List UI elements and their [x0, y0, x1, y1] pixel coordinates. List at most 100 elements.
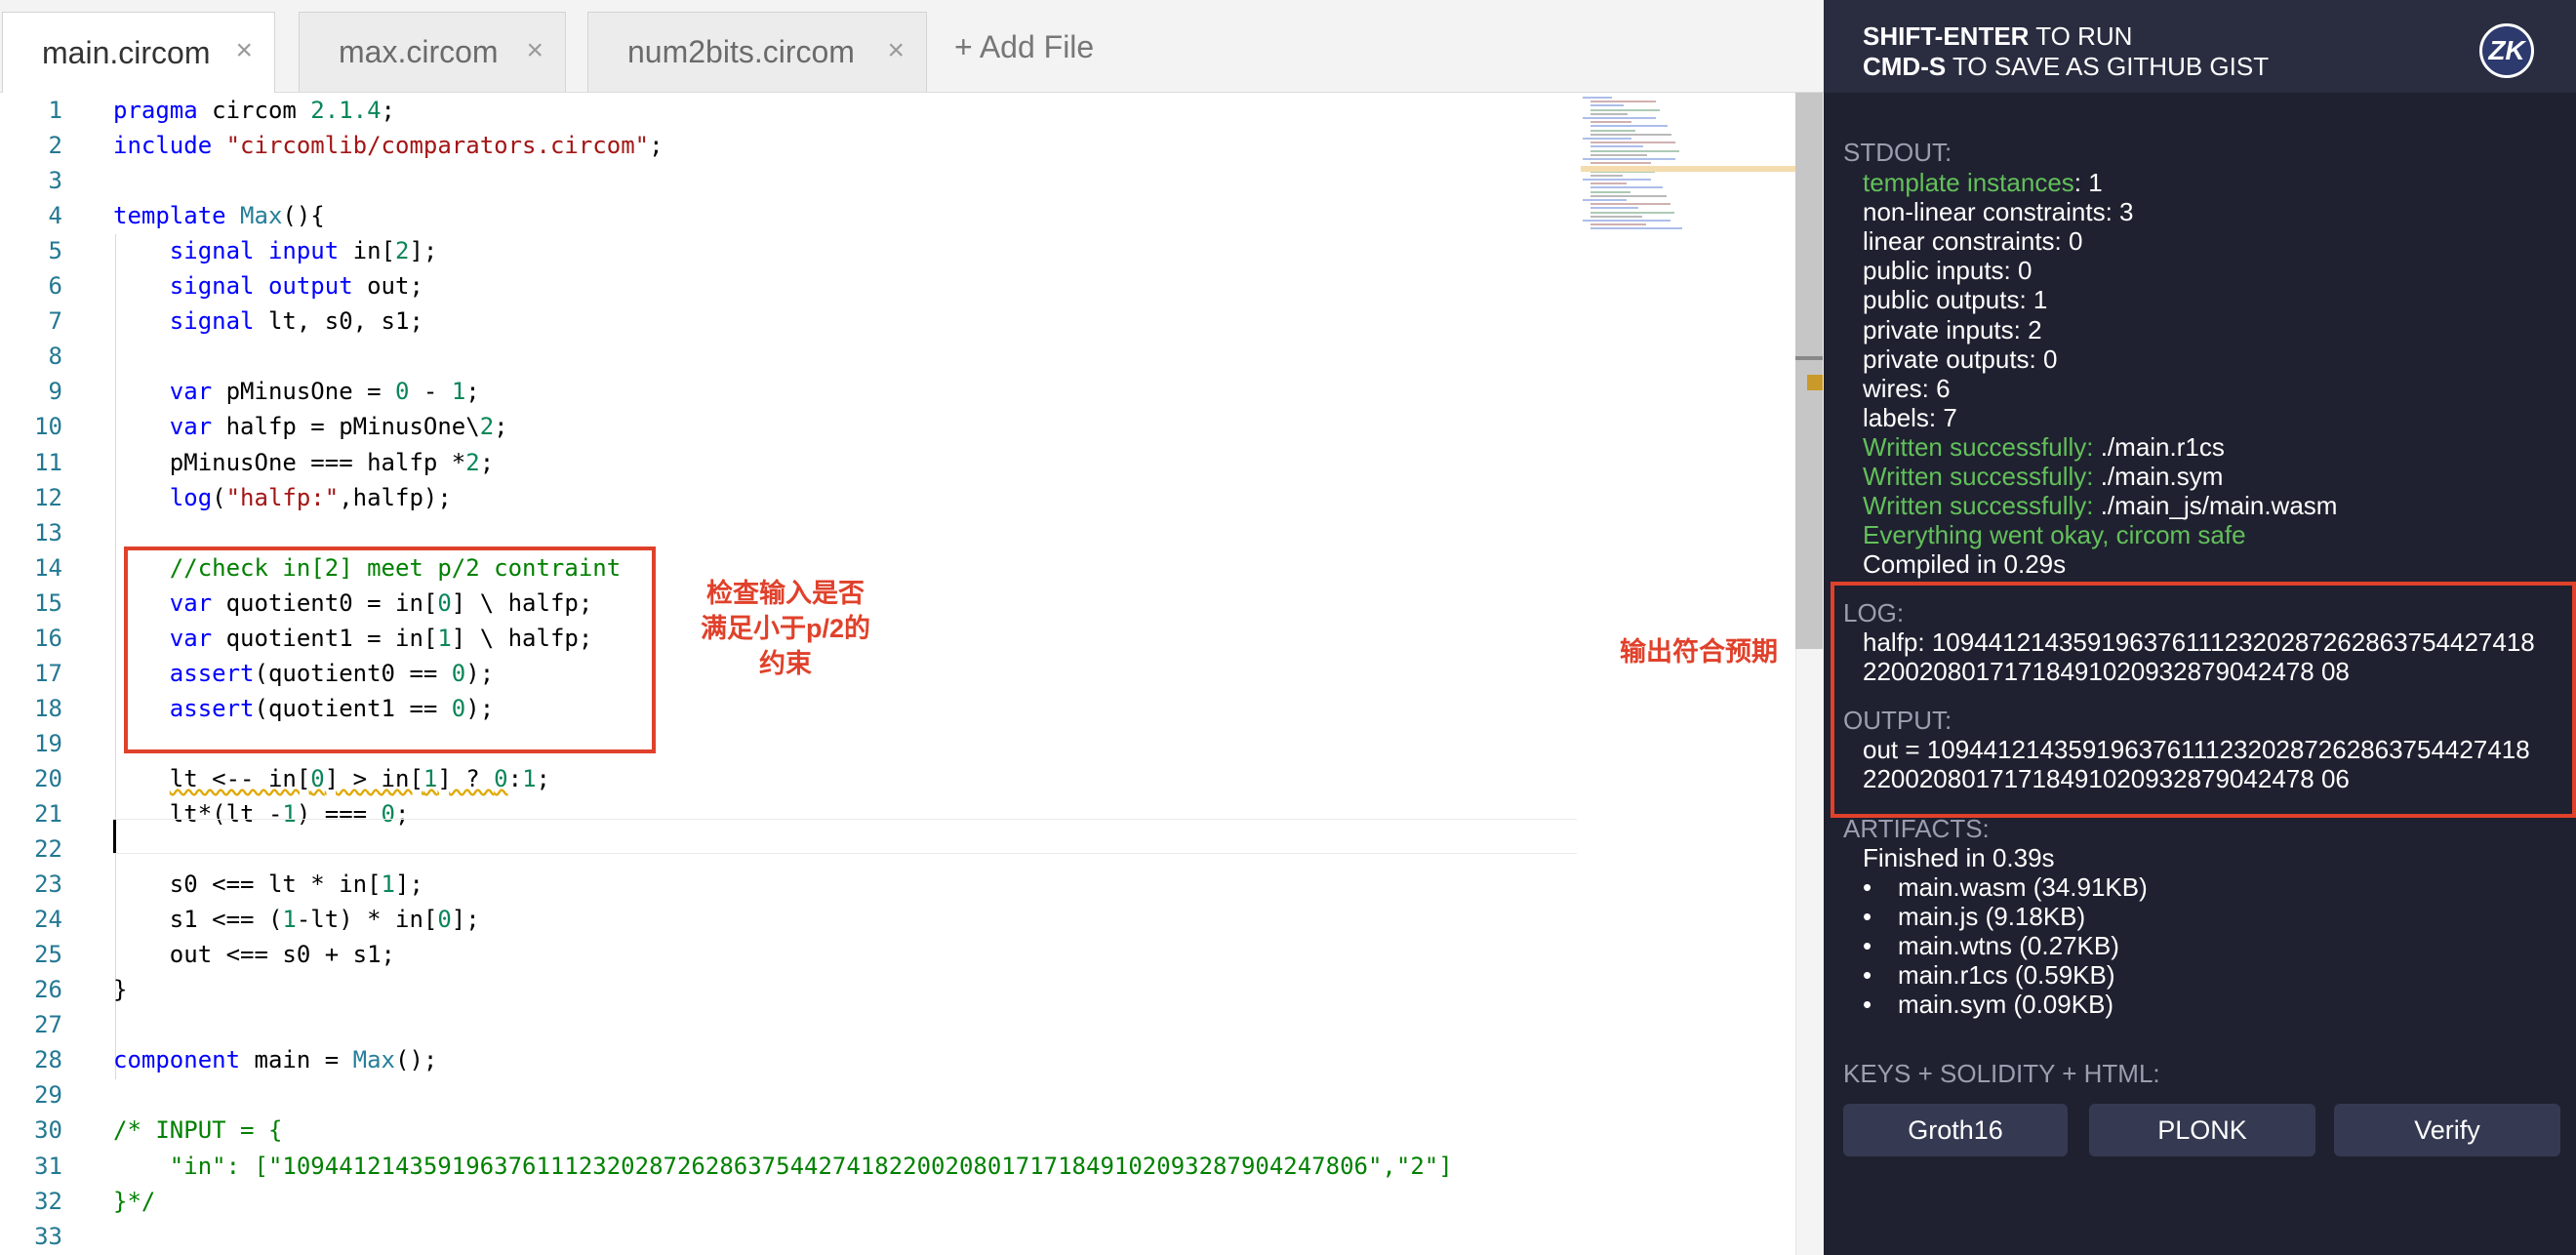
run-hint-key: SHIFT-ENTER — [1863, 21, 2030, 51]
close-icon[interactable]: × — [235, 34, 253, 67]
code-token: 0 — [310, 764, 325, 792]
current-line-highlight — [113, 819, 1577, 854]
stdout-line: public inputs: 0 — [1863, 256, 2032, 286]
plonk-button[interactable]: PLONK — [2089, 1104, 2315, 1156]
code-token: pMinusOne = — [212, 378, 395, 406]
close-icon[interactable]: × — [526, 34, 543, 67]
stdout-text: wires: 6 — [1863, 373, 1951, 403]
code-token: out; — [352, 272, 423, 301]
code-token: - — [409, 378, 452, 406]
code-line: 10 var halfp = pMinusOne\2; — [0, 409, 1581, 444]
stdout-line: linear constraints: 0 — [1863, 226, 2082, 257]
code-token: pragma — [113, 97, 198, 124]
finished-time: Finished in 0.39s — [1863, 843, 2055, 872]
close-icon[interactable]: × — [887, 34, 905, 67]
code-token: include — [113, 132, 213, 160]
stdout-line: Written successfully: ./main.sym — [1863, 462, 2223, 492]
code-line: 9 var pMinusOne = 0 - 1; — [0, 374, 1581, 409]
add-file-button[interactable]: + Add File — [954, 29, 1094, 65]
code-text: "in": ["10944121435919637611123202872628… — [113, 1149, 1453, 1184]
line-number: 13 — [34, 518, 62, 547]
code-line: 8 — [0, 339, 1581, 374]
annotation-note-right: 输出符合预期 — [1620, 637, 1778, 667]
line-number: 25 — [34, 941, 62, 969]
code-token: ; — [479, 448, 495, 476]
tab-num2bits-circom[interactable]: num2bits.circom × — [587, 12, 927, 92]
code-line: 11 pMinusOne === halfp *2; — [0, 445, 1581, 480]
code-token: ; — [465, 378, 480, 406]
minimap-line — [1583, 158, 1675, 160]
minimap-line — [1590, 203, 1670, 206]
verify-button[interactable]: Verify — [2334, 1104, 2560, 1156]
scrollbar-position-marker — [1795, 356, 1823, 360]
minimap-line — [1590, 194, 1667, 197]
line-number: 7 — [48, 307, 62, 336]
minimap-line — [1590, 182, 1627, 185]
code-token: s1 <== ( — [113, 906, 283, 934]
code-token: var — [169, 378, 213, 406]
minimap-line — [1590, 145, 1643, 148]
code-text: signal lt, s0, s1; — [113, 304, 423, 339]
code-text: log("halfp:",halfp); — [113, 480, 452, 515]
stdout-line: wires: 6 — [1863, 374, 1951, 404]
stdout-label: STDOUT: — [1843, 138, 1952, 167]
minimap-line — [1590, 129, 1635, 132]
stdout-success-text: Written successfully: — [1863, 491, 2094, 521]
tab-max-circom[interactable]: max.circom × — [299, 12, 566, 92]
scrollbar-warning-marker — [1807, 375, 1823, 390]
run-hint-text: TO RUN — [2029, 21, 2133, 51]
minimap[interactable] — [1581, 93, 1795, 307]
artifact-name: main.wasm (34.91KB) — [1898, 872, 2148, 902]
code-token: ; — [649, 132, 664, 160]
code-line: 5 signal input in[2]; — [0, 233, 1581, 268]
code-token: circom — [197, 97, 311, 124]
line-number: 16 — [34, 624, 62, 652]
code-token: "in": ["10944121435919637611123202872628… — [113, 1152, 1453, 1180]
line-number: 29 — [34, 1081, 62, 1110]
minimap-line — [1590, 133, 1671, 136]
stdout-line: Written successfully: ./main_js/main.was… — [1863, 491, 2337, 521]
minimap-line — [1590, 108, 1660, 111]
code-token: Max — [240, 202, 283, 230]
code-text: component main = Max(); — [113, 1042, 437, 1077]
code-token: ,halfp); — [339, 483, 452, 511]
code-line: 23 s0 <== lt * in[1]; — [0, 867, 1581, 902]
code-token: ]; — [409, 237, 438, 265]
code-text: pMinusOne === halfp *2; — [113, 445, 494, 480]
code-token: 1 — [522, 764, 537, 792]
minimap-line — [1590, 174, 1623, 177]
save-hint-text: TO SAVE AS GITHUB GIST — [1946, 52, 2270, 81]
line-number: 1 — [48, 97, 62, 124]
bullet-icon: • — [1863, 960, 1872, 990]
code-text: lt <-- in[0] > in[1] ? 0:1; — [113, 761, 550, 796]
line-number: 33 — [34, 1222, 62, 1250]
code-token: lt, s0, s1; — [254, 307, 423, 336]
minimap-line — [1583, 117, 1656, 119]
artifact-name: main.r1cs (0.59KB) — [1898, 960, 2115, 990]
tab-label: max.circom — [339, 34, 499, 69]
code-token: ]; — [451, 906, 480, 934]
stdout-text: Compiled in 0.29s — [1863, 549, 2067, 580]
annotation-box-output — [1831, 582, 2576, 818]
scrollbar-thumb[interactable] — [1795, 93, 1823, 649]
code-token: ; — [536, 764, 550, 792]
tab-main-circom[interactable]: main.circom × — [2, 12, 275, 93]
code-line: 32}*/ — [0, 1184, 1581, 1219]
line-number: 31 — [34, 1152, 62, 1180]
line-number: 30 — [34, 1116, 62, 1145]
code-text: signal output out; — [113, 268, 423, 304]
minimap-line — [1590, 112, 1628, 115]
stdout-text: : 1 — [2073, 168, 2103, 197]
stdout-line: non-linear constraints: 3 — [1863, 197, 2133, 227]
artifact-name: main.wtns (0.27KB) — [1898, 931, 2119, 960]
line-number: 19 — [34, 729, 62, 757]
groth16-button[interactable]: Groth16 — [1843, 1104, 2068, 1156]
code-token: ] > in[ — [324, 764, 423, 792]
stdout-success-text: Written successfully: — [1863, 431, 2094, 462]
line-number: 9 — [48, 378, 62, 406]
code-token: output — [267, 272, 353, 301]
